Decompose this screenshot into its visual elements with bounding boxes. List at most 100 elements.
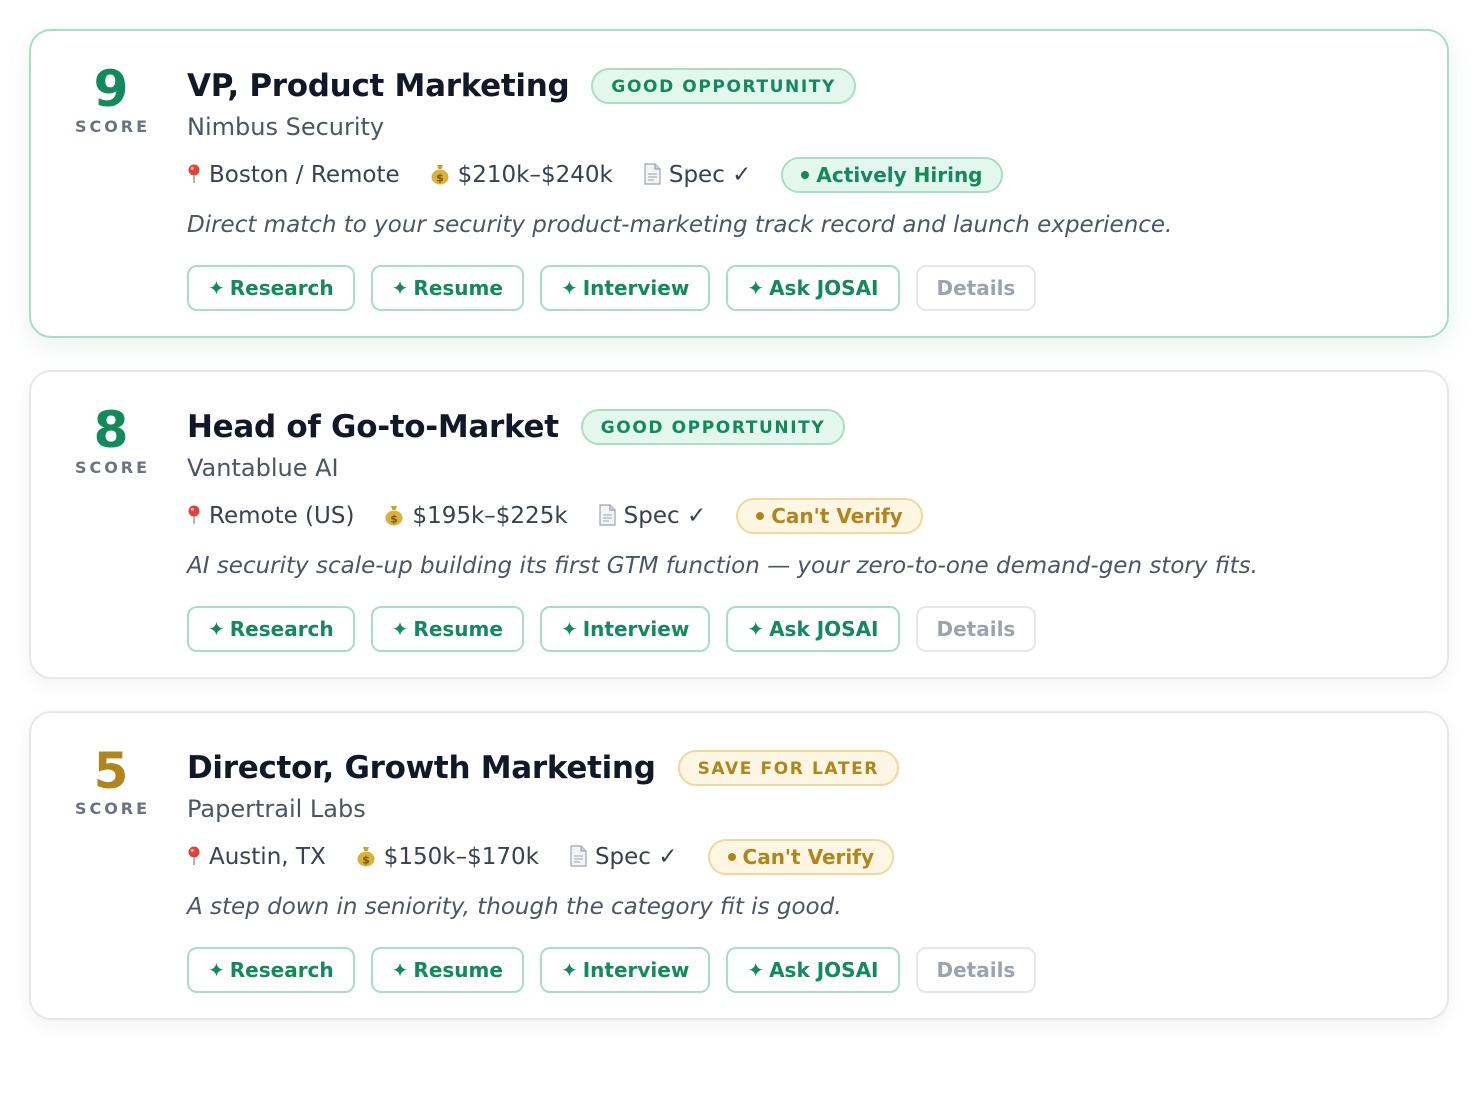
salary: $ $195k–$225k [384, 503, 568, 529]
pin-icon [187, 164, 201, 187]
resume-button[interactable]: ✦ Resume [370, 265, 524, 311]
match-summary: AI security scale-up building its first … [187, 553, 1258, 579]
details-button[interactable]: Details [915, 947, 1037, 993]
document-icon [598, 503, 616, 529]
interview-label: Interview [582, 958, 690, 982]
salary: $ $210k–$240k [430, 162, 613, 188]
svg-text:$: $ [436, 171, 444, 184]
job-details: VP, Product Marketing GOOD OPPORTUNITY Nim… [187, 63, 1423, 311]
research-button[interactable]: ✦ Research [187, 947, 355, 993]
sparkle-icon: ✦ [391, 958, 409, 982]
sparkle-icon: ✦ [208, 617, 225, 641]
interview-button[interactable]: ✦ Interview [539, 265, 711, 311]
research-button[interactable]: ✦ Research [187, 265, 355, 311]
location-text: Austin, TX [209, 844, 326, 870]
match-summary: A step down in seniority, though the cat… [187, 894, 842, 920]
research-button[interactable]: ✦ Research [187, 606, 355, 652]
status-text: Can't Verify [742, 845, 874, 869]
hiring-status-pill: Can't Verify [736, 498, 923, 534]
job-match-list: 9 SCORE VP, Product Marketing GOOD OPPORTUN… [0, 0, 1480, 1100]
hiring-status-pill: Can't Verify [707, 839, 894, 875]
job-details: Director, Growth Marketing SAVE FOR LATER… [187, 745, 1423, 993]
location-text: Remote (US) [209, 503, 355, 529]
rating-badge: GOOD OPPORTUNITY [591, 68, 856, 104]
title-row: Director, Growth Marketing SAVE FOR LATER [187, 745, 1423, 791]
salary-text: $195k–$225k [412, 503, 568, 529]
status-text: Can't Verify [771, 504, 903, 528]
sparkle-icon: ✦ [747, 958, 765, 982]
salary: $ $150k–$170k [356, 844, 539, 870]
resume-label: Resume [413, 958, 503, 982]
sparkle-icon: ✦ [208, 958, 225, 982]
salary-text: $150k–$170k [383, 844, 539, 870]
research-label: Research [229, 617, 334, 641]
location-text: Boston / Remote [209, 162, 400, 188]
svg-text:$: $ [362, 853, 370, 866]
research-label: Research [229, 958, 334, 982]
money-bag-icon: $ [430, 163, 450, 188]
hiring-status-pill: Actively Hiring [781, 157, 1003, 193]
resume-button[interactable]: ✦ Resume [370, 606, 524, 652]
job-card[interactable]: 9 SCORE VP, Product Marketing GOOD OPPORTUN… [29, 29, 1449, 338]
interview-label: Interview [582, 617, 690, 641]
money-bag-icon: $ [356, 845, 376, 870]
research-label: Research [229, 276, 334, 300]
title-row: VP, Product Marketing GOOD OPPORTUNITY [187, 63, 1423, 109]
score-label: SCORE [74, 458, 151, 477]
action-bar: ✦ Research ✦ Resume ✦ Interview ✦ Ask JOSAI Deta… [187, 265, 1423, 311]
score-block: 5 SCORE [61, 743, 161, 818]
job-card[interactable]: 5 SCORE Director, Growth Marketing SAVE FOR… [29, 711, 1449, 1020]
score-value: 5 [93, 742, 129, 800]
score-label: SCORE [74, 117, 151, 136]
job-details: Head of Go-to-Market GOOD OPPORTUNITY Vant… [187, 404, 1423, 652]
spec-text: Spec ✓ [668, 162, 752, 188]
status-dot-icon [727, 853, 736, 861]
status-dot-icon [801, 171, 810, 179]
score-label: SCORE [74, 799, 151, 818]
interview-button[interactable]: ✦ Interview [539, 606, 711, 652]
company-name: Vantablue AI [187, 454, 339, 482]
resume-label: Resume [413, 276, 503, 300]
document-icon [569, 844, 587, 870]
resume-button[interactable]: ✦ Resume [370, 947, 524, 993]
spec: Spec ✓ [569, 844, 678, 870]
action-bar: ✦ Research ✦ Resume ✦ Interview ✦ Ask JOSAI Deta… [187, 606, 1423, 652]
spec: Spec ✓ [643, 162, 752, 188]
meta-row: Remote (US) $ $195k–$225k Spec ✓ Can't Verif… [187, 496, 1423, 536]
rating-badge: GOOD OPPORTUNITY [580, 409, 846, 445]
meta-row: Austin, TX $ $150k–$170k Spec ✓ Can't Verify [187, 837, 1423, 877]
ask-josai-button[interactable]: ✦ Ask JOSAI [726, 947, 900, 993]
interview-button[interactable]: ✦ Interview [539, 947, 711, 993]
sparkle-icon: ✦ [391, 617, 409, 641]
resume-label: Resume [413, 617, 503, 641]
title-row: Head of Go-to-Market GOOD OPPORTUNITY [187, 404, 1423, 450]
sparkle-icon: ✦ [208, 276, 225, 300]
status-dot-icon [756, 512, 765, 520]
job-title[interactable]: Director, Growth Marketing [187, 750, 656, 786]
svg-text:$: $ [391, 512, 399, 525]
ask-josai-label: Ask JOSAI [769, 958, 879, 982]
pin-icon [187, 846, 201, 869]
ask-josai-button[interactable]: ✦ Ask JOSAI [726, 265, 900, 311]
company-name: Papertrail Labs [187, 795, 366, 823]
ask-josai-button[interactable]: ✦ Ask JOSAI [726, 606, 900, 652]
details-button[interactable]: Details [915, 265, 1037, 311]
details-button[interactable]: Details [915, 606, 1037, 652]
sparkle-icon: ✦ [391, 276, 409, 300]
job-title[interactable]: VP, Product Marketing [187, 68, 570, 104]
score-value: 8 [93, 401, 129, 459]
match-summary: Direct match to your security product-ma… [187, 212, 1173, 238]
spec-text: Spec ✓ [623, 503, 707, 529]
ask-josai-label: Ask JOSAI [769, 276, 879, 300]
salary-text: $210k–$240k [457, 162, 613, 188]
sparkle-icon: ✦ [560, 958, 578, 982]
company-name: Nimbus Security [187, 113, 385, 141]
spec-text: Spec ✓ [594, 844, 678, 870]
job-title[interactable]: Head of Go-to-Market [187, 409, 559, 445]
score-block: 8 SCORE [61, 402, 161, 477]
sparkle-icon: ✦ [560, 276, 578, 300]
job-card[interactable]: 8 SCORE Head of Go-to-Market GOOD OPPORTUNI… [29, 370, 1449, 679]
spec: Spec ✓ [598, 503, 707, 529]
money-bag-icon: $ [384, 504, 404, 529]
meta-row: Boston / Remote $ $210k–$240k Spec ✓ Activel… [187, 155, 1423, 195]
